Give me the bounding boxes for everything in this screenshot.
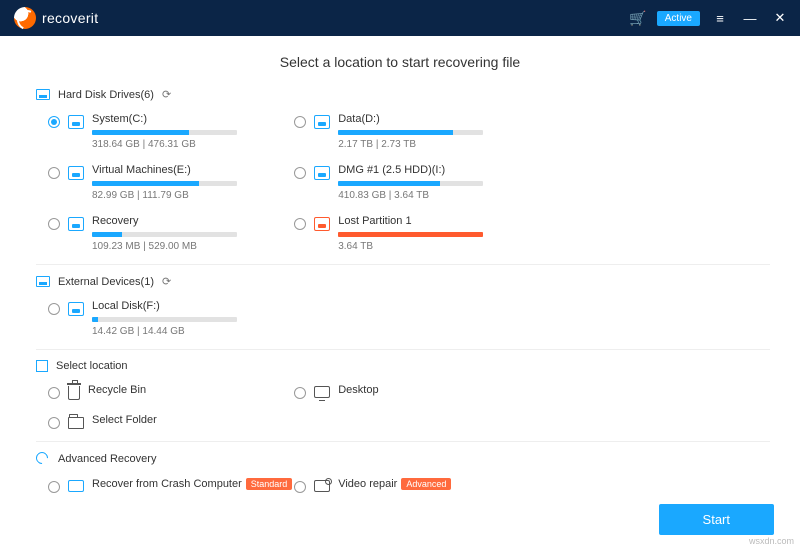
advanced-item[interactable]: Video repairAdvanced	[282, 474, 524, 496]
radio-button[interactable]	[294, 116, 306, 128]
drive-item[interactable]: Local Disk(F:) 14.42 GB | 14.44 GB	[36, 296, 278, 347]
page-title: Select a location to start recovering fi…	[0, 36, 800, 78]
feature-badge: Advanced	[401, 478, 451, 490]
location-label: Select Folder	[92, 414, 270, 426]
section-title: Select location	[56, 360, 128, 372]
section-hard-disk-drives: Hard Disk Drives(6) ⟳ System(C:) 318.64 …	[36, 88, 770, 262]
drive-label: System(C:)	[92, 113, 270, 125]
advanced-section-icon	[36, 452, 50, 466]
logo: recoverit	[14, 7, 98, 29]
section-select-location: Select location Recycle Bin Desktop Sele…	[36, 360, 770, 439]
menu-icon[interactable]: ≡	[710, 11, 730, 26]
section-title: External Devices(1)	[58, 276, 154, 288]
location-item[interactable]: Select Folder	[36, 410, 278, 439]
drive-icon	[68, 115, 84, 129]
external-section-icon	[36, 276, 50, 287]
start-button[interactable]: Start	[659, 504, 774, 535]
section-advanced-recovery: Advanced Recovery Recover from Crash Com…	[36, 452, 770, 496]
close-icon[interactable]: ✕	[770, 10, 790, 26]
minimize-icon[interactable]: —	[740, 11, 760, 26]
title-bar: recoverit 🛒 Active ≡ — ✕	[0, 0, 800, 36]
section-external-devices: External Devices(1) ⟳ Local Disk(F:) 14.…	[36, 275, 770, 347]
location-item[interactable]: Desktop	[282, 380, 524, 410]
drive-icon	[68, 217, 84, 231]
drive-item[interactable]: System(C:) 318.64 GB | 476.31 GB	[36, 109, 278, 160]
drive-stats: 2.17 TB | 2.73 TB	[338, 139, 516, 150]
drive-item[interactable]: Recovery 109.23 MB | 529.00 MB	[36, 211, 278, 262]
radio-button[interactable]	[294, 218, 306, 230]
radio-button[interactable]	[294, 481, 306, 493]
drive-label: Lost Partition 1	[338, 215, 516, 227]
radio-button[interactable]	[48, 481, 60, 493]
radio-button[interactable]	[48, 417, 60, 429]
drive-stats: 3.64 TB	[338, 241, 516, 252]
drive-label: DMG #1 (2.5 HDD)(I:)	[338, 164, 516, 176]
radio-button[interactable]	[48, 167, 60, 179]
crash-icon	[68, 480, 84, 492]
radio-button[interactable]	[294, 167, 306, 179]
usage-bar	[338, 232, 483, 237]
drive-item[interactable]: Data(D:) 2.17 TB | 2.73 TB	[282, 109, 524, 160]
drive-icon	[68, 302, 84, 316]
advanced-label: Recover from Crash ComputerStandard	[92, 478, 270, 490]
drive-item[interactable]: DMG #1 (2.5 HDD)(I:) 410.83 GB | 3.64 TB	[282, 160, 524, 211]
radio-button[interactable]	[48, 218, 60, 230]
footer: Start	[0, 496, 800, 549]
usage-bar	[92, 232, 237, 237]
lost-drive-icon	[314, 217, 330, 231]
drive-stats: 82.99 GB | 111.79 GB	[92, 190, 270, 201]
drive-icon	[314, 166, 330, 180]
hdd-section-icon	[36, 89, 50, 100]
brand-name: recoverit	[42, 10, 98, 26]
drive-label: Local Disk(F:)	[92, 300, 270, 312]
location-label: Desktop	[338, 384, 516, 396]
drive-label: Recovery	[92, 215, 270, 227]
logo-icon	[14, 7, 36, 29]
drive-label: Data(D:)	[338, 113, 516, 125]
cart-icon[interactable]: 🛒	[629, 10, 646, 27]
video-icon	[314, 480, 330, 492]
active-badge[interactable]: Active	[657, 11, 700, 26]
advanced-label: Video repairAdvanced	[338, 478, 516, 490]
usage-bar	[92, 317, 237, 322]
desktop-icon	[314, 386, 330, 398]
drive-stats: 14.42 GB | 14.44 GB	[92, 326, 270, 337]
drive-item[interactable]: Virtual Machines(E:) 82.99 GB | 111.79 G…	[36, 160, 278, 211]
radio-button[interactable]	[48, 387, 60, 399]
section-title: Hard Disk Drives(6)	[58, 89, 154, 101]
usage-bar	[92, 181, 237, 186]
folder-icon	[68, 417, 84, 429]
location-section-icon	[36, 360, 48, 372]
usage-bar	[338, 181, 483, 186]
drive-stats: 318.64 GB | 476.31 GB	[92, 139, 270, 150]
refresh-icon[interactable]: ⟳	[162, 88, 171, 101]
advanced-item[interactable]: Recover from Crash ComputerStandard	[36, 474, 278, 496]
drive-label: Virtual Machines(E:)	[92, 164, 270, 176]
usage-bar	[92, 130, 237, 135]
radio-button[interactable]	[48, 303, 60, 315]
radio-button[interactable]	[48, 116, 60, 128]
drive-stats: 109.23 MB | 529.00 MB	[92, 241, 270, 252]
bin-icon	[68, 386, 80, 400]
radio-button[interactable]	[294, 387, 306, 399]
drive-stats: 410.83 GB | 3.64 TB	[338, 190, 516, 201]
drive-icon	[314, 115, 330, 129]
watermark: wsxdn.com	[749, 536, 794, 546]
location-item[interactable]: Recycle Bin	[36, 380, 278, 410]
refresh-icon[interactable]: ⟳	[162, 275, 171, 288]
usage-bar	[338, 130, 483, 135]
location-label: Recycle Bin	[88, 384, 270, 396]
drive-item[interactable]: Lost Partition 1 3.64 TB	[282, 211, 524, 262]
section-title: Advanced Recovery	[58, 453, 156, 465]
drive-icon	[68, 166, 84, 180]
